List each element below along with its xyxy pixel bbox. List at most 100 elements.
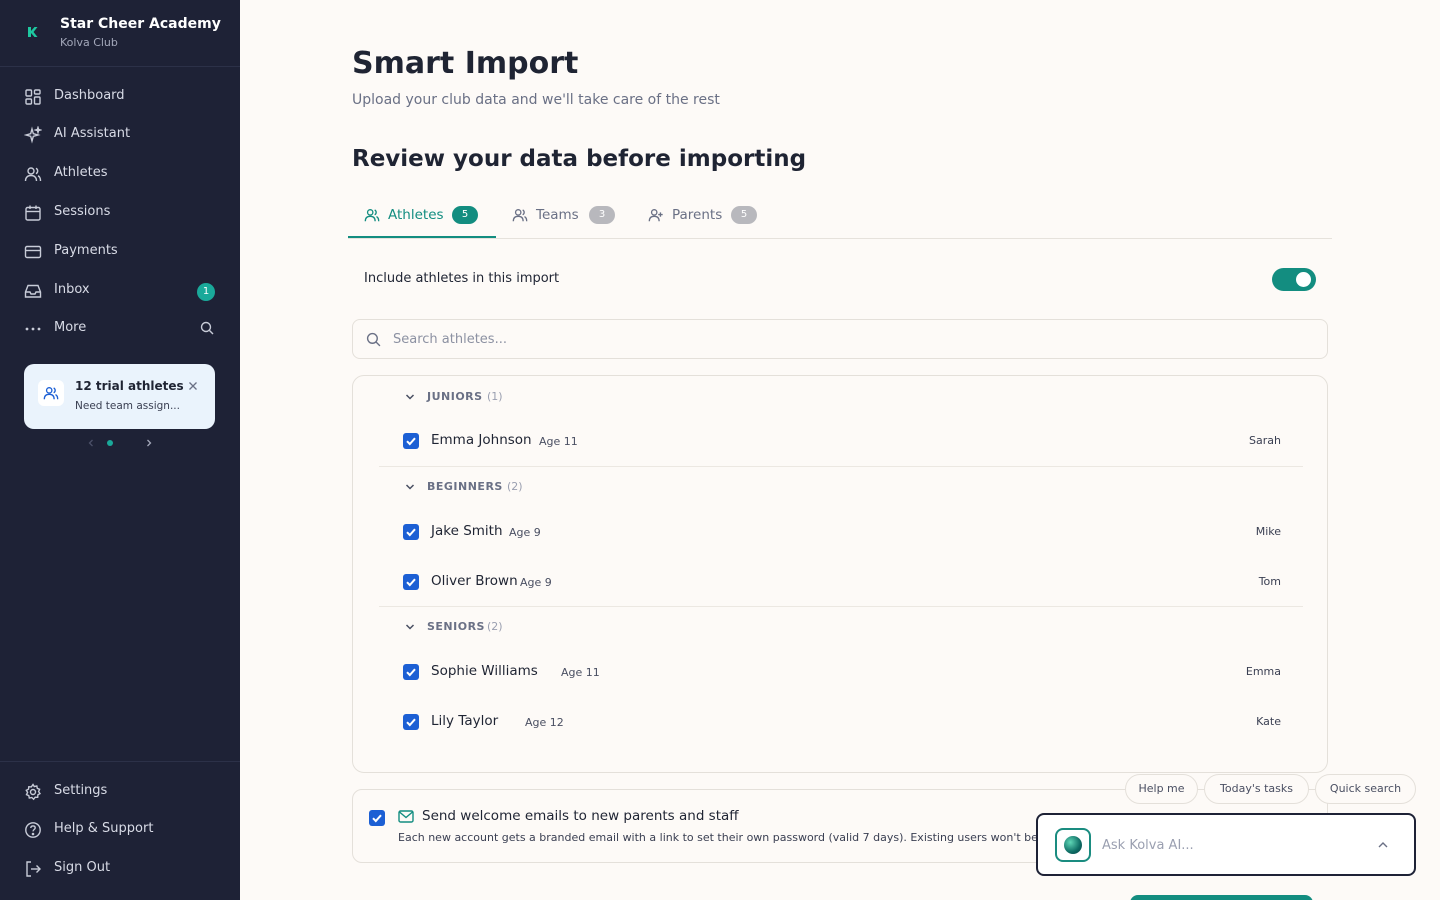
athlete-row: Emma Johnson Age 11 Sarah bbox=[401, 426, 1281, 456]
trial-card-icon-box bbox=[38, 380, 64, 406]
page-title: Smart Import bbox=[352, 46, 579, 81]
include-athletes-toggle[interactable] bbox=[1272, 268, 1316, 291]
group-count: (2) bbox=[507, 480, 523, 493]
tab-count-badge: 5 bbox=[731, 206, 757, 224]
sidebar-item-label: Settings bbox=[54, 783, 108, 798]
section-title: Review your data before importing bbox=[352, 146, 807, 172]
chip-help-me[interactable]: Help me bbox=[1125, 774, 1198, 804]
users-icon bbox=[43, 387, 59, 400]
users-icon bbox=[364, 209, 380, 222]
credit-card-icon bbox=[24, 245, 42, 259]
tab-parents[interactable]: Parents 5 bbox=[632, 196, 776, 238]
search-icon bbox=[366, 332, 381, 347]
sidebar-item-inbox[interactable]: Inbox 1 bbox=[0, 272, 240, 308]
tab-label: Parents bbox=[672, 207, 723, 223]
athlete-name: Lily Taylor bbox=[431, 713, 499, 729]
group-header-seniors[interactable]: SENIORS (2) bbox=[403, 617, 603, 637]
chevron-right-icon[interactable] bbox=[144, 438, 154, 448]
group-divider bbox=[379, 466, 1303, 467]
athlete-row: Sophie Williams Age 11 Emma bbox=[401, 657, 1281, 687]
sidebar-item-dashboard[interactable]: Dashboard bbox=[0, 78, 240, 114]
chevron-down-icon bbox=[405, 624, 415, 630]
athlete-checkbox[interactable] bbox=[403, 433, 419, 449]
tabs-divider bbox=[348, 238, 1332, 239]
search-icon[interactable] bbox=[200, 321, 214, 335]
athlete-age: Age 12 bbox=[525, 716, 564, 729]
group-name: SENIORS bbox=[427, 620, 485, 633]
trial-card-title: 12 trial athletes bbox=[75, 379, 184, 393]
trial-athletes-card[interactable]: 12 trial athletes Need team assign... bbox=[24, 364, 215, 429]
gear-icon bbox=[25, 783, 42, 801]
sidebar-item-label: Help & Support bbox=[54, 821, 154, 836]
athlete-checkbox[interactable] bbox=[403, 574, 419, 590]
athlete-age: Age 9 bbox=[520, 576, 552, 589]
carousel-dot-active[interactable] bbox=[107, 440, 113, 446]
athlete-coach: Sarah bbox=[1249, 434, 1281, 447]
tab-athletes[interactable]: Athletes 5 bbox=[348, 196, 496, 238]
sidebar-item-more[interactable]: More bbox=[0, 310, 240, 346]
sidebar-item-label: Dashboard bbox=[54, 88, 125, 103]
checkmark-icon bbox=[406, 578, 416, 587]
user-plus-icon bbox=[648, 209, 663, 222]
tab-count-badge: 5 bbox=[452, 206, 478, 224]
sidebar-item-sessions[interactable]: Sessions bbox=[0, 194, 240, 230]
sidebar-item-payments[interactable]: Payments bbox=[0, 233, 240, 269]
search-input[interactable] bbox=[393, 326, 1293, 352]
sidebar: Star Cheer Academy Kolva Club Dashboard … bbox=[0, 0, 240, 900]
athlete-list: JUNIORS (1) Emma Johnson Age 11 Sarah BE… bbox=[352, 375, 1328, 773]
chip-quick-search[interactable]: Quick search bbox=[1315, 774, 1416, 804]
toggle-knob bbox=[1296, 272, 1311, 287]
athlete-name: Emma Johnson bbox=[431, 432, 532, 448]
chip-todays-tasks[interactable]: Today's tasks bbox=[1204, 774, 1309, 804]
ai-assistant-bar bbox=[1036, 813, 1416, 876]
ai-avatar-icon bbox=[1055, 828, 1091, 862]
welcome-email-title: Send welcome emails to new parents and s… bbox=[422, 808, 739, 824]
sidebar-item-ai-assistant[interactable]: AI Assistant bbox=[0, 116, 240, 152]
chevron-left-icon[interactable] bbox=[86, 438, 96, 448]
mail-icon bbox=[398, 810, 414, 823]
import-button[interactable] bbox=[1130, 895, 1313, 900]
athlete-age: Age 9 bbox=[509, 526, 541, 539]
checkmark-icon bbox=[406, 718, 416, 727]
sidebar-item-athletes[interactable]: Athletes bbox=[0, 155, 240, 191]
athlete-checkbox[interactable] bbox=[403, 714, 419, 730]
checkmark-icon bbox=[406, 668, 416, 677]
chevron-up-icon[interactable] bbox=[1377, 840, 1389, 850]
group-name: BEGINNERS bbox=[427, 480, 503, 493]
athlete-checkbox[interactable] bbox=[403, 664, 419, 680]
checkmark-icon bbox=[372, 814, 382, 823]
group-header-beginners[interactable]: BEGINNERS (2) bbox=[403, 477, 603, 497]
group-divider bbox=[379, 606, 1303, 607]
welcome-email-checkbox[interactable] bbox=[369, 810, 385, 826]
athlete-name: Oliver Brown bbox=[431, 573, 518, 589]
sidebar-item-label: Payments bbox=[54, 243, 118, 258]
athlete-name: Sophie Williams bbox=[431, 663, 538, 679]
inbox-icon bbox=[24, 284, 42, 298]
athlete-age: Age 11 bbox=[561, 666, 600, 679]
sidebar-divider bbox=[0, 761, 240, 762]
ai-orb bbox=[1064, 836, 1082, 854]
sidebar-item-help-support[interactable]: Help & Support bbox=[0, 811, 240, 847]
tab-label: Athletes bbox=[388, 207, 444, 223]
group-count: (1) bbox=[487, 390, 503, 403]
group-count: (2) bbox=[487, 620, 503, 633]
athlete-checkbox[interactable] bbox=[403, 524, 419, 540]
checkmark-icon bbox=[406, 437, 416, 446]
athlete-search-box bbox=[352, 319, 1328, 359]
sidebar-item-sign-out[interactable]: Sign Out bbox=[0, 850, 240, 886]
sidebar-item-settings[interactable]: Settings bbox=[0, 773, 240, 809]
ask-ai-input[interactable] bbox=[1102, 833, 1362, 857]
welcome-email-description: Each new account gets a branded email wi… bbox=[398, 831, 1038, 844]
chevron-down-icon bbox=[405, 394, 415, 400]
sparkles-icon bbox=[24, 126, 42, 144]
page-subtitle: Upload your club data and we'll take car… bbox=[352, 92, 720, 108]
brand-header[interactable]: Star Cheer Academy Kolva Club bbox=[0, 0, 240, 67]
close-icon[interactable] bbox=[187, 380, 199, 392]
dashboard-grid-icon bbox=[25, 89, 41, 105]
chevron-down-icon bbox=[405, 484, 415, 490]
group-header-juniors[interactable]: JUNIORS (1) bbox=[403, 387, 603, 407]
tab-teams[interactable]: Teams 3 bbox=[496, 196, 632, 238]
trial-card-subtitle: Need team assign... bbox=[75, 400, 180, 412]
tab-label: Teams bbox=[536, 207, 579, 223]
more-dots-icon bbox=[25, 327, 41, 331]
